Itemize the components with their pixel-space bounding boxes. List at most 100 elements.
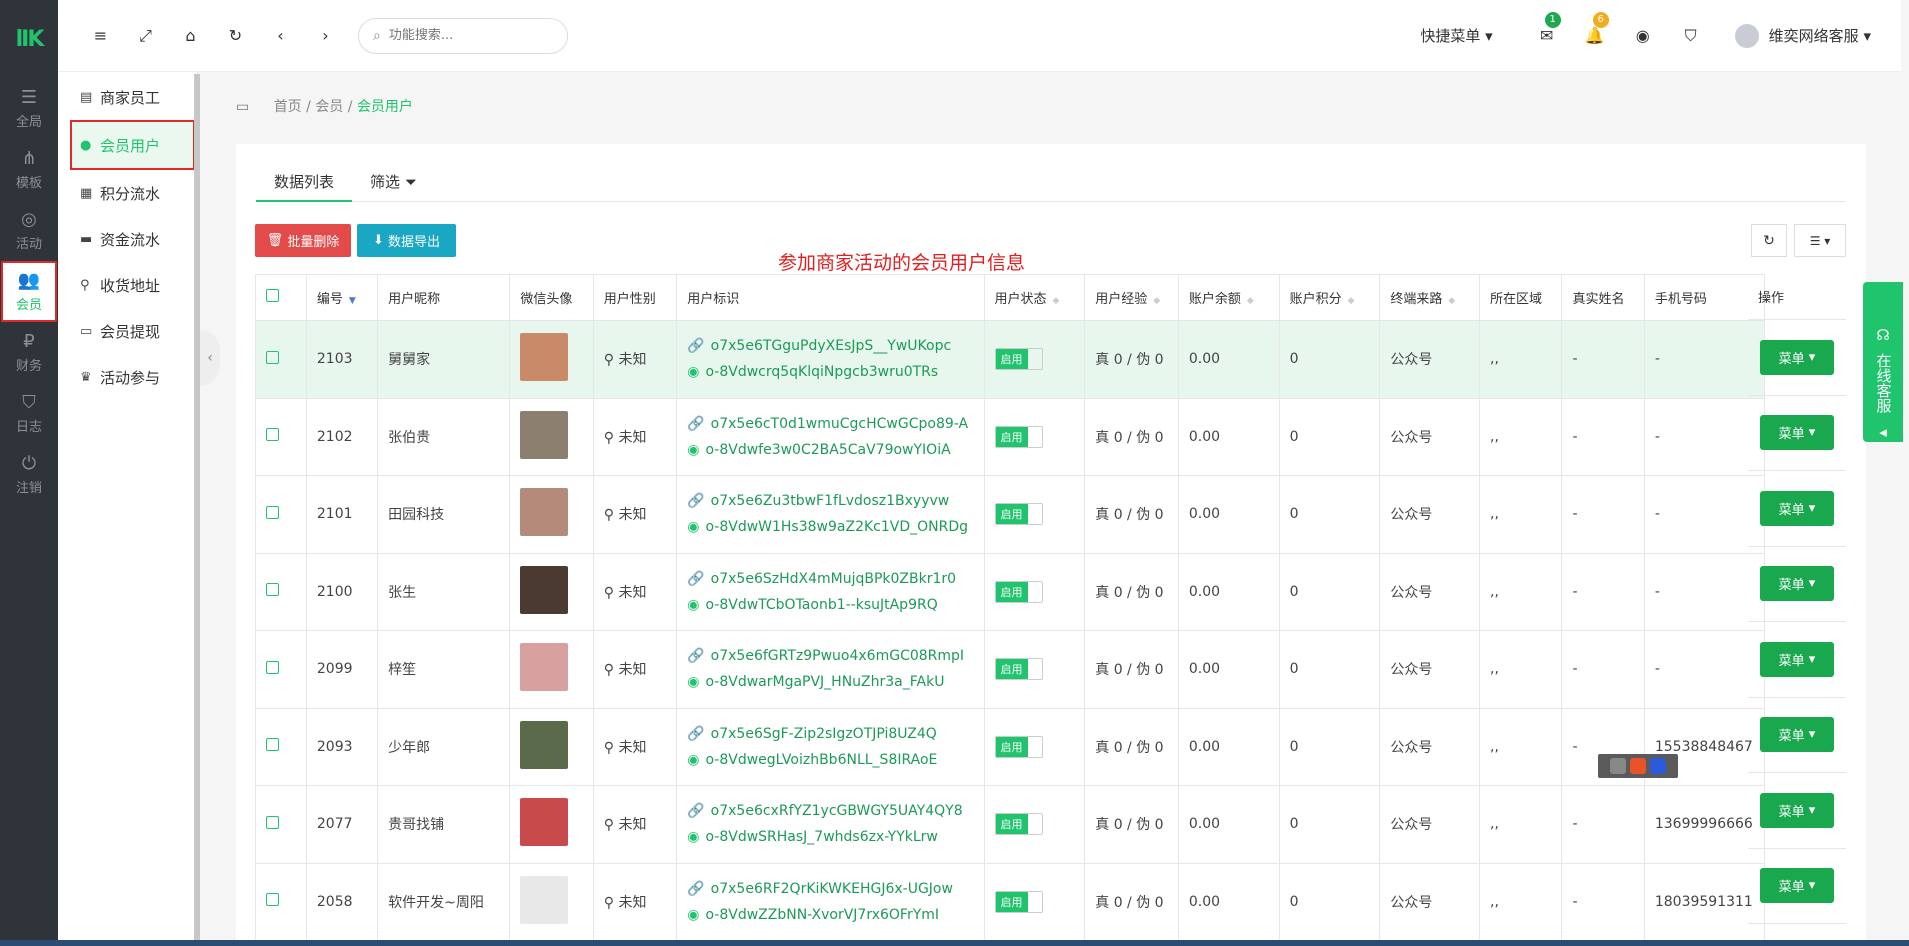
subnav-item-5[interactable]: ▭ 会员提现 [58,308,197,354]
wechat-avatar[interactable] [520,488,569,537]
subnav-item-0[interactable]: ▤ 商家员工 [58,74,197,120]
openid-1: o7x5e6cxRfYZ1ycGBWGY5UAY4QY8 [710,803,963,820]
finance-icon: ₽ [23,330,35,352]
status-toggle[interactable]: 启用 [994,658,1043,681]
table-row[interactable]: 2102 张伯贵 ⚲ 未知 🔗 o7x5e6cT0d1wmuCgcHCwGCpo8… [255,397,1766,476]
rail-item-3[interactable]: 👥 会员 [1,261,57,322]
wechat-avatar[interactable] [520,720,569,769]
wechat-avatar[interactable] [520,643,569,692]
row-checkbox[interactable] [266,428,279,442]
batch-delete-button[interactable]: 🗑 批量删除 [255,224,351,257]
rail-item-1[interactable]: ⋔ 模板 [0,139,58,200]
row-menu-button[interactable]: 菜单 ▾ [1760,792,1834,828]
breadcrumb-home[interactable]: 首页 [274,99,302,115]
wechat-avatar[interactable] [520,333,569,382]
export-button[interactable]: ⬇ 数据导出 [357,224,456,257]
ime-toolbar[interactable] [1598,754,1678,778]
row-checkbox[interactable] [266,350,279,364]
subnav-item-3[interactable]: ▬ 资金流水 [58,216,197,262]
subnav-item-2[interactable]: ▦ 积分流水 [58,170,197,216]
openid-2: o-8VdwTCbOTaonb1--ksuJtAp9RQ [705,596,938,613]
online-service-button[interactable]: ☊ 在线客服 ◂ [1863,282,1903,442]
subnav-item-6[interactable]: ♛ 活动参与 [58,354,197,400]
columns-toggle-icon[interactable]: ☰ ▾ [1794,224,1846,257]
table-row[interactable]: 2093 少年郎 ⚲ 未知 🔗 o7x5e6SgF-Zip2sIgzOTJPi8U… [255,707,1766,786]
row-checkbox[interactable] [266,583,279,597]
status-toggle[interactable]: 启用 [994,735,1043,758]
row-menu-button[interactable]: 菜单 ▾ [1760,868,1834,904]
user-menu[interactable]: 维奕网络客服 ▾ [1734,23,1871,48]
search-box[interactable]: ⌕ [358,17,568,54]
subnav-item-1[interactable]: ● 会员用户 [70,120,195,170]
quick-menu[interactable]: 快捷菜单 ▾ [1420,25,1492,46]
cell-ident: 🔗 o7x5e6SzHdX4mMujqBPk0ZBkr1r0 ◉ o-8VdwTCb… [676,552,985,631]
pocket-icon[interactable]: ⛉ [1667,26,1715,46]
cell-gender: ⚲ 未知 [592,707,678,786]
status-label: 启用 [995,659,1028,680]
rail-item-2[interactable]: ◎ 活动 [0,200,58,261]
breadcrumb-level1[interactable]: 会员 [315,99,343,115]
openid-1: o7x5e6fGRTz9Pwuo4x6mGC08RmpI [710,648,965,665]
status-toggle[interactable]: 启用 [994,580,1043,603]
cell-region: ,, [1479,707,1563,786]
col-header[interactable]: 用户状态 ◆ [983,274,1086,321]
table-row[interactable]: 2099 梓笙 ⚲ 未知 🔗 o7x5e6fGRTz9Pwuo4x6mGC08Rm… [255,630,1766,709]
row-checkbox[interactable] [266,893,279,907]
row-checkbox[interactable] [266,815,279,829]
fullscreen-icon[interactable]: ⤢ [123,26,168,46]
table-row[interactable]: 2077 贵哥找铺 ⚲ 未知 🔗 o7x5e6cxRfYZ1ycGBWGY5UAY… [255,785,1766,864]
status-toggle[interactable]: 启用 [994,425,1043,448]
status-toggle[interactable]: 启用 [994,890,1043,913]
select-all-checkbox[interactable] [266,289,279,302]
row-checkbox[interactable] [266,660,279,674]
profile-icon[interactable]: ◉ [1619,26,1667,45]
row-menu-button[interactable]: 菜单 ▾ [1760,339,1834,375]
rail-item-5[interactable]: ⛉ 日志 [0,383,58,444]
col-header[interactable]: 用户经验 ◆ [1084,274,1179,321]
wechat-avatar[interactable] [520,875,569,924]
status-toggle[interactable]: 启用 [994,348,1043,371]
table-row[interactable]: 2103 舅舅家 ⚲ 未知 🔗 o7x5e6TGguPdyXEsJpS__YwUK… [255,320,1766,399]
row-menu-button[interactable]: 菜单 ▾ [1760,490,1834,526]
col-header[interactable]: 编号 ▼ [305,274,379,321]
search-input[interactable] [388,28,539,43]
refresh-icon[interactable]: ↻ [213,26,258,45]
wechat-avatar[interactable] [520,798,569,847]
cell-realname: - [1561,320,1645,399]
col-header[interactable]: 终端来路 ◆ [1379,274,1481,321]
tab-data-list[interactable]: 数据列表 [256,170,353,202]
tab-filter[interactable]: 筛选 ⏷ [352,170,435,202]
trash-icon: 🗑 [266,233,284,248]
subnav-item-4[interactable]: ⚲ 收货地址 [58,262,197,308]
rail-item-label: 活动 [15,236,42,252]
wechat-avatar[interactable] [520,565,569,614]
home-icon[interactable]: ⌂ [168,26,213,45]
rail-item-4[interactable]: ₽ 财务 [0,322,58,383]
table-row[interactable]: 2100 张生 ⚲ 未知 🔗 o7x5e6SzHdX4mMujqBPk0ZBkr1… [255,552,1766,631]
table-row[interactable]: 2058 软件开发~周阳 ⚲ 未知 🔗 o7x5e6RF2QrKiKWKEHGJ6… [255,862,1766,941]
row-menu-button[interactable]: 菜单 ▾ [1760,415,1834,451]
row-checkbox[interactable] [266,505,279,519]
status-toggle[interactable]: 启用 [994,813,1043,836]
col-header[interactable]: 账户积分 ◆ [1278,274,1381,321]
row-menu-button[interactable]: 菜单 ▾ [1760,641,1834,677]
col-header[interactable]: 账户余额 ◆ [1177,274,1280,321]
subnav-item-label: 商家员工 [100,88,161,107]
rail-item-0[interactable]: ☰ 全局 [0,78,58,139]
table-refresh-icon[interactable]: ↻ [1751,224,1787,257]
row-menu-button[interactable]: 菜单 ▾ [1760,566,1834,602]
row-menu-button[interactable]: 菜单 ▾ [1760,717,1834,753]
status-toggle[interactable]: 启用 [994,503,1043,526]
table-row[interactable]: 2101 田园科技 ⚲ 未知 🔗 o7x5e6Zu3tbwF1fLvdosz1Bx… [255,475,1766,554]
bell-icon[interactable]: 🔔 6 [1571,12,1619,45]
row-checkbox[interactable] [266,738,279,752]
back-icon[interactable]: ‹ [258,26,303,45]
mail-icon[interactable]: ✉ 1 [1523,12,1571,45]
quick-menu-label: 快捷菜单 [1420,27,1481,45]
rail-item-6[interactable]: ⏻ 注销 [0,444,58,505]
collapse-sidebar-icon[interactable]: ‹ [200,330,220,386]
wechat-avatar[interactable] [520,410,569,459]
subnav-scrollbar[interactable] [194,74,200,940]
forward-icon[interactable]: › [303,26,348,45]
menu-toggle-icon[interactable]: ≡ [78,26,123,45]
